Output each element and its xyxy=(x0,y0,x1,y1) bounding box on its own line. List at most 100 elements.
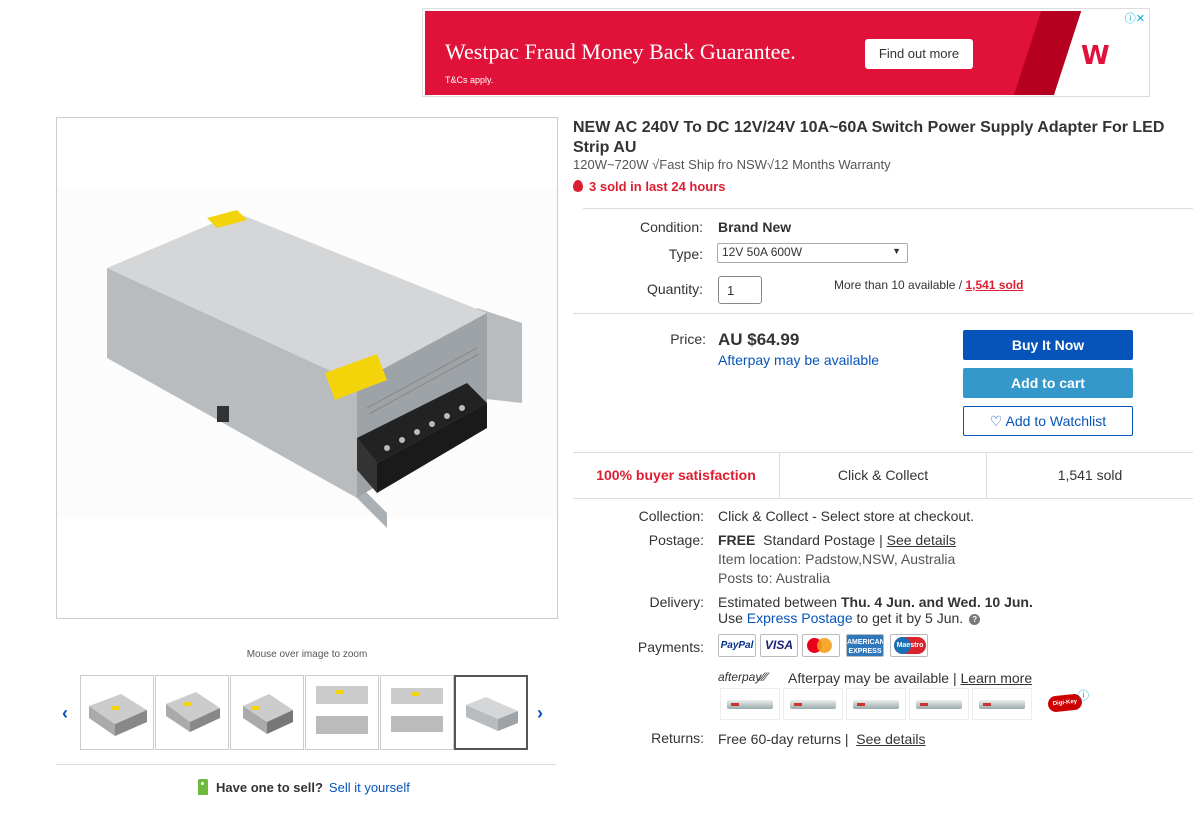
divider xyxy=(583,208,1193,209)
power-supply-image xyxy=(57,188,557,528)
click-collect-stat: Click & Collect xyxy=(779,453,986,498)
help-icon[interactable]: ? xyxy=(969,614,981,625)
ad-banner[interactable]: Westpac Fraud Money Back Guarantee. T&Cs… xyxy=(422,8,1150,97)
price-value: AU $64.99 xyxy=(718,330,800,349)
returns-see-details-link[interactable]: See details xyxy=(856,731,925,747)
thumbnail-image xyxy=(89,694,147,736)
listing-subtitle: 120W~720W √Fast Ship fro NSW√12 Months W… xyxy=(573,157,891,172)
postage-free: FREE xyxy=(718,532,756,548)
paypal-text: PayPal xyxy=(720,640,754,651)
delivery-prefix: Estimated between xyxy=(718,594,838,610)
afterpay-info: Afterpay may be available | Learn more xyxy=(788,670,1032,686)
stats-bar: 100% buyer satisfaction Click & Collect … xyxy=(573,452,1193,499)
product-thumb-image xyxy=(979,700,1025,709)
postage-label: Postage: xyxy=(648,532,704,548)
buyer-satisfaction: 100% buyer satisfaction xyxy=(596,467,756,483)
collection-label: Collection: xyxy=(638,508,704,524)
westpac-logo-icon: W xyxy=(1081,41,1110,71)
price-label: Price: xyxy=(670,331,706,347)
page-title: NEW AC 240V To DC 12V/24V 10A~60A Switch… xyxy=(573,119,1165,156)
mastercard-circle-orange xyxy=(817,638,832,653)
postage-type: Standard Postage | xyxy=(763,532,883,548)
buy-it-now-button[interactable]: Buy It Now xyxy=(963,330,1133,360)
item-location: Item location: Padstow,NSW, Australia xyxy=(718,551,956,567)
zoom-hint: Mouse over image to zoom xyxy=(246,649,368,660)
ad-background: Westpac Fraud Money Back Guarantee. T&Cs… xyxy=(425,11,1147,95)
sell-it-yourself-link[interactable]: Sell it yourself xyxy=(329,780,410,795)
thumbnail-image xyxy=(166,692,220,732)
add-to-watchlist-button[interactable]: ♡ Add to Watchlist xyxy=(963,406,1133,436)
postage-see-details-link[interactable]: See details xyxy=(887,532,956,548)
sell-prompt: Have one to sell? Sell it yourself xyxy=(198,779,410,795)
gallery-thumbnail[interactable] xyxy=(305,675,379,750)
sell-question: Have one to sell? xyxy=(216,780,323,795)
ad-info-close-icon[interactable]: ⓘ✕ xyxy=(1125,10,1145,26)
mastercard-icon xyxy=(802,634,840,657)
price-tag-icon xyxy=(198,779,208,795)
ad-find-out-more-button[interactable]: Find out more xyxy=(865,39,973,69)
availability-text: More than 10 available / xyxy=(834,278,963,292)
quantity-label: Quantity: xyxy=(646,281,703,297)
product-thumb-image xyxy=(853,700,899,709)
type-select-value: 12V 50A 600W xyxy=(722,245,803,259)
maestro-badge: Maestro xyxy=(894,637,926,654)
express-postage-info: Use Express Postage to get it by 5 Jun.? xyxy=(718,610,981,626)
sponsored-product-thumb[interactable] xyxy=(783,688,843,720)
delivery-estimate: Estimated between Thu. 4 Jun. and Wed. 1… xyxy=(718,594,1033,610)
gallery-thumbnail[interactable] xyxy=(380,675,454,750)
condition-label: Condition: xyxy=(639,219,703,235)
visa-icon: VISA xyxy=(760,634,798,657)
type-label: Type: xyxy=(668,246,703,262)
sold-count-link[interactable]: 1,541 sold xyxy=(965,278,1023,292)
express-suffix: to get it by 5 Jun. xyxy=(856,610,964,626)
payments-label: Payments: xyxy=(637,639,704,655)
gallery-thumbnail-active[interactable] xyxy=(454,675,528,750)
afterpay-link[interactable]: Afterpay may be available xyxy=(718,352,879,368)
sponsored-product-thumb[interactable] xyxy=(846,688,906,720)
delivery-label: Delivery: xyxy=(649,594,704,610)
learn-more-link[interactable]: Learn more xyxy=(961,670,1033,686)
gallery-thumbnail[interactable] xyxy=(80,675,154,750)
gallery-next-icon[interactable]: › xyxy=(537,703,543,724)
add-to-cart-button[interactable]: Add to cart xyxy=(963,368,1133,398)
gallery-thumbnail[interactable] xyxy=(155,675,229,750)
postage-value: FREE Standard Postage | See details xyxy=(718,532,956,548)
main-product-image[interactable] xyxy=(56,117,558,619)
thumbnail-image xyxy=(391,688,443,732)
product-thumb-image xyxy=(790,700,836,709)
sponsored-product-thumb[interactable] xyxy=(972,688,1032,720)
recent-sales-text: 3 sold in last 24 hours xyxy=(589,179,726,194)
sponsored-product-thumb[interactable] xyxy=(720,688,780,720)
divider xyxy=(56,764,556,765)
gallery-prev-icon[interactable]: ‹ xyxy=(62,703,68,724)
availability: More than 10 available / 1,541 sold xyxy=(834,278,1023,292)
recent-sales-badge: 3 sold in last 24 hours xyxy=(573,179,726,194)
flame-icon xyxy=(573,180,583,192)
afterpay-logo-icon: afterpay⁄⁄⁄ xyxy=(718,670,768,684)
gallery-thumbnail[interactable] xyxy=(230,675,304,750)
sold-count-stat: 1,541 sold xyxy=(986,453,1193,498)
ad-headline: Westpac Fraud Money Back Guarantee. xyxy=(445,39,796,64)
product-thumb-image xyxy=(916,700,962,709)
divider xyxy=(573,313,1193,314)
thumbnail-image xyxy=(243,694,293,734)
express-prefix: Use xyxy=(718,610,743,626)
afterpay-text: Afterpay may be available | xyxy=(788,670,957,686)
product-thumb-image xyxy=(727,700,773,709)
posts-to: Posts to: Australia xyxy=(718,570,831,586)
quantity-input[interactable]: 1 xyxy=(718,276,762,304)
type-select[interactable]: 12V 50A 600W ▼ xyxy=(717,243,908,263)
sponsored-product-thumb[interactable] xyxy=(909,688,969,720)
ad-terms: T&Cs apply. xyxy=(445,75,494,85)
express-postage-link[interactable]: Express Postage xyxy=(747,610,853,626)
watchlist-label: Add to Watchlist xyxy=(1005,413,1107,429)
thumbnail-image xyxy=(316,686,368,734)
thumbnail-image xyxy=(466,697,518,731)
ad-info-icon[interactable]: ⓘ xyxy=(1078,687,1089,703)
maestro-icon: Maestro xyxy=(890,634,928,657)
paypal-icon: PayPal xyxy=(718,634,756,657)
delivery-dates: Thu. 4 Jun. and Wed. 10 Jun. xyxy=(840,594,1033,610)
chevron-down-icon: ▼ xyxy=(892,246,901,256)
returns-label: Returns: xyxy=(651,730,704,746)
returns-text: Free 60-day returns | xyxy=(718,731,849,747)
